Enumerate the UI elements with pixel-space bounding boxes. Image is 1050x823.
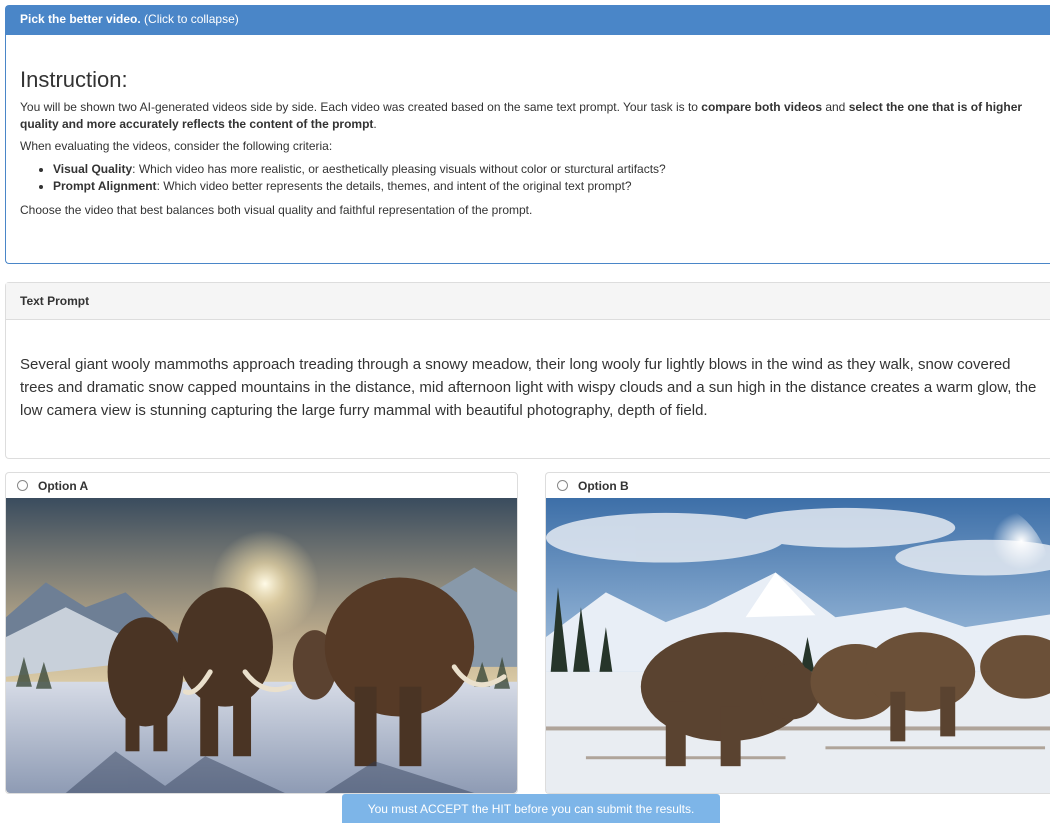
criteria-lead: When evaluating the videos, consider the… [20,139,333,153]
intro-text-1: You will be shown two AI-generated video… [20,100,702,114]
option-a-video[interactable] [6,498,517,793]
accept-hit-notice: You must ACCEPT the HIT before you can s… [342,794,720,823]
intro-text-2: and [822,100,849,114]
criteria-desc: : Which video has more realistic, or aes… [132,162,666,176]
instructions-title: Instruction: [20,67,128,92]
option-b-radio[interactable] [557,480,568,491]
option-a-card[interactable]: Option A [5,472,518,794]
intro-text-3: . [373,117,377,131]
criteria-term: Prompt Alignment [53,179,157,193]
instructions-header-title: Pick the better video. [20,12,141,26]
option-a-radio[interactable] [17,480,28,491]
option-a-label: Option A [38,478,89,493]
intro-bold-1: compare both videos [701,100,822,114]
criteria-desc: : Which video better represents the deta… [156,179,632,193]
option-b-video[interactable] [546,498,1050,793]
instructions-closing: Choose the video that best balances both… [20,203,533,217]
instructions-collapse-header[interactable]: Pick the better video. (Click to collaps… [6,6,1050,35]
text-prompt-panel: Text Prompt Several giant wooly mammoths… [5,282,1050,459]
instructions-body: Instruction: You will be shown two AI-ge… [6,65,1050,219]
criteria-term: Visual Quality [53,162,133,176]
criteria-item-visual-quality: Visual Quality: Which video has more rea… [53,161,1041,178]
text-prompt-header: Text Prompt [6,283,1050,320]
criteria-list: Visual Quality: Which video has more rea… [53,161,1041,195]
criteria-item-prompt-alignment: Prompt Alignment: Which video better rep… [53,178,1041,195]
option-a-label-row[interactable]: Option A [6,473,517,498]
option-a-video-frame [6,498,517,793]
instructions-panel: Pick the better video. (Click to collaps… [5,5,1050,264]
option-b-label-row[interactable]: Option B [546,473,1050,498]
option-b-video-frame [546,498,1050,793]
option-b-label: Option B [578,478,629,493]
hit-page: Pick the better video. (Click to collaps… [0,0,1050,823]
option-b-card[interactable]: Option B [545,472,1050,794]
instructions-header-hint: (Click to collapse) [144,12,239,26]
instructions-intro: You will be shown two AI-generated video… [20,99,1041,133]
text-prompt-body: Several giant wooly mammoths approach tr… [20,356,1037,419]
